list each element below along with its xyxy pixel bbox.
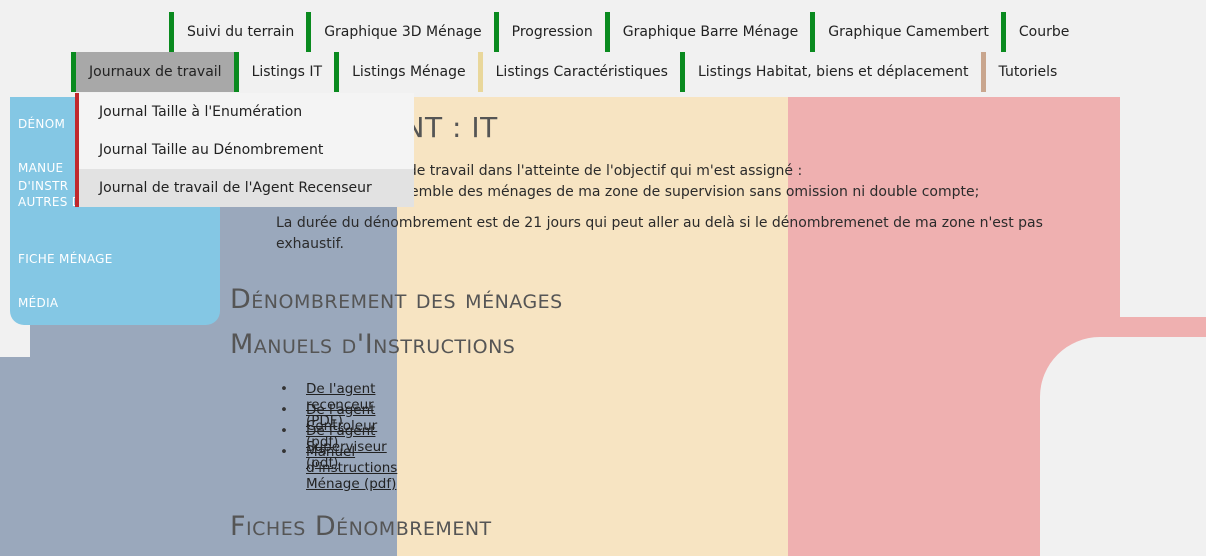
menu-listings-caracteristiques[interactable]: Listings Caractéristiques (477, 52, 680, 92)
section-manuels-instructions: Manuels d'Instructions (230, 329, 516, 360)
menu-graphique-camembert[interactable]: Graphique Camembert (810, 12, 1001, 52)
list-item: De l'agent Superviseur (pdf) (280, 423, 397, 471)
section-fiches-denombrement: Fiches Dénombrement (230, 511, 492, 542)
menu-graphique-3d[interactable]: Graphique 3D Ménage (306, 12, 494, 52)
menu-suivi-terrain[interactable]: Suivi du terrain (169, 12, 307, 52)
sidebar-item-instructions[interactable]: D'INSTR (18, 179, 68, 193)
menu-listings-it[interactable]: Listings IT (233, 52, 335, 92)
menu-listings-habitat[interactable]: Listings Habitat, biens et déplacement (679, 52, 981, 92)
journaux-dropdown: Journal Taille à l'Enumération Journal T… (75, 93, 414, 207)
intro-line-2: emble des ménages de ma zone de supervis… (410, 184, 980, 200)
section-denombrement-menages: Dénombrement des ménages (230, 284, 563, 315)
menu-tutoriels[interactable]: Tutoriels (980, 52, 1070, 92)
menu-graphique-barre[interactable]: Graphique Barre Ménage (604, 12, 811, 52)
top-menu-row-2: Journaux de travail Listings IT Listings… (71, 52, 1070, 92)
list-item: De l'agent Controleur (pdf) (280, 402, 397, 450)
intro-line-3: La durée du dénombrement est de 21 jours… (276, 215, 1043, 231)
dropdown-item-taille-enumeration[interactable]: Journal Taille à l'Enumération (79, 93, 414, 131)
intro-line-4: exhaustif. (276, 236, 345, 252)
top-menu-row-1: Suivi du terrain Graphique 3D Ménage Pro… (169, 12, 1082, 52)
doc-link-manuel-menage[interactable]: Manuel d'instructions Ménage (pdf) (306, 444, 397, 492)
documents-list: De l'agent recenceur (PDF) De l'agent Co… (280, 381, 397, 492)
menu-listings-menage[interactable]: Listings Ménage (334, 52, 478, 92)
sidebar-item-denombrement[interactable]: DÉNOM (18, 117, 65, 131)
sidebar-item-media[interactable]: MÉDIA (18, 296, 58, 310)
sidebar-item-fiche-menage[interactable]: FICHE MÉNAGE (18, 252, 113, 266)
sidebar-item-manuels[interactable]: MANUE (18, 161, 63, 175)
menu-journaux-travail[interactable]: Journaux de travail (71, 52, 234, 92)
bg-map-edge (1120, 97, 1206, 317)
menu-courbe[interactable]: Courbe (1000, 12, 1082, 52)
bg-map-edge (1040, 337, 1206, 556)
list-item: De l'agent recenceur (PDF) (280, 381, 397, 429)
dropdown-item-taille-denombrement[interactable]: Journal Taille au Dénombrement (79, 131, 414, 169)
intro-line-1: zone de travail dans l'atteinte de l'obj… (370, 163, 803, 179)
dropdown-item-journal-agent-recenseur[interactable]: Journal de travail de l'Agent Recenseur (79, 169, 414, 207)
menu-progression[interactable]: Progression (493, 12, 605, 52)
list-item: Manuel d'instructions Ménage (pdf) (280, 444, 397, 492)
